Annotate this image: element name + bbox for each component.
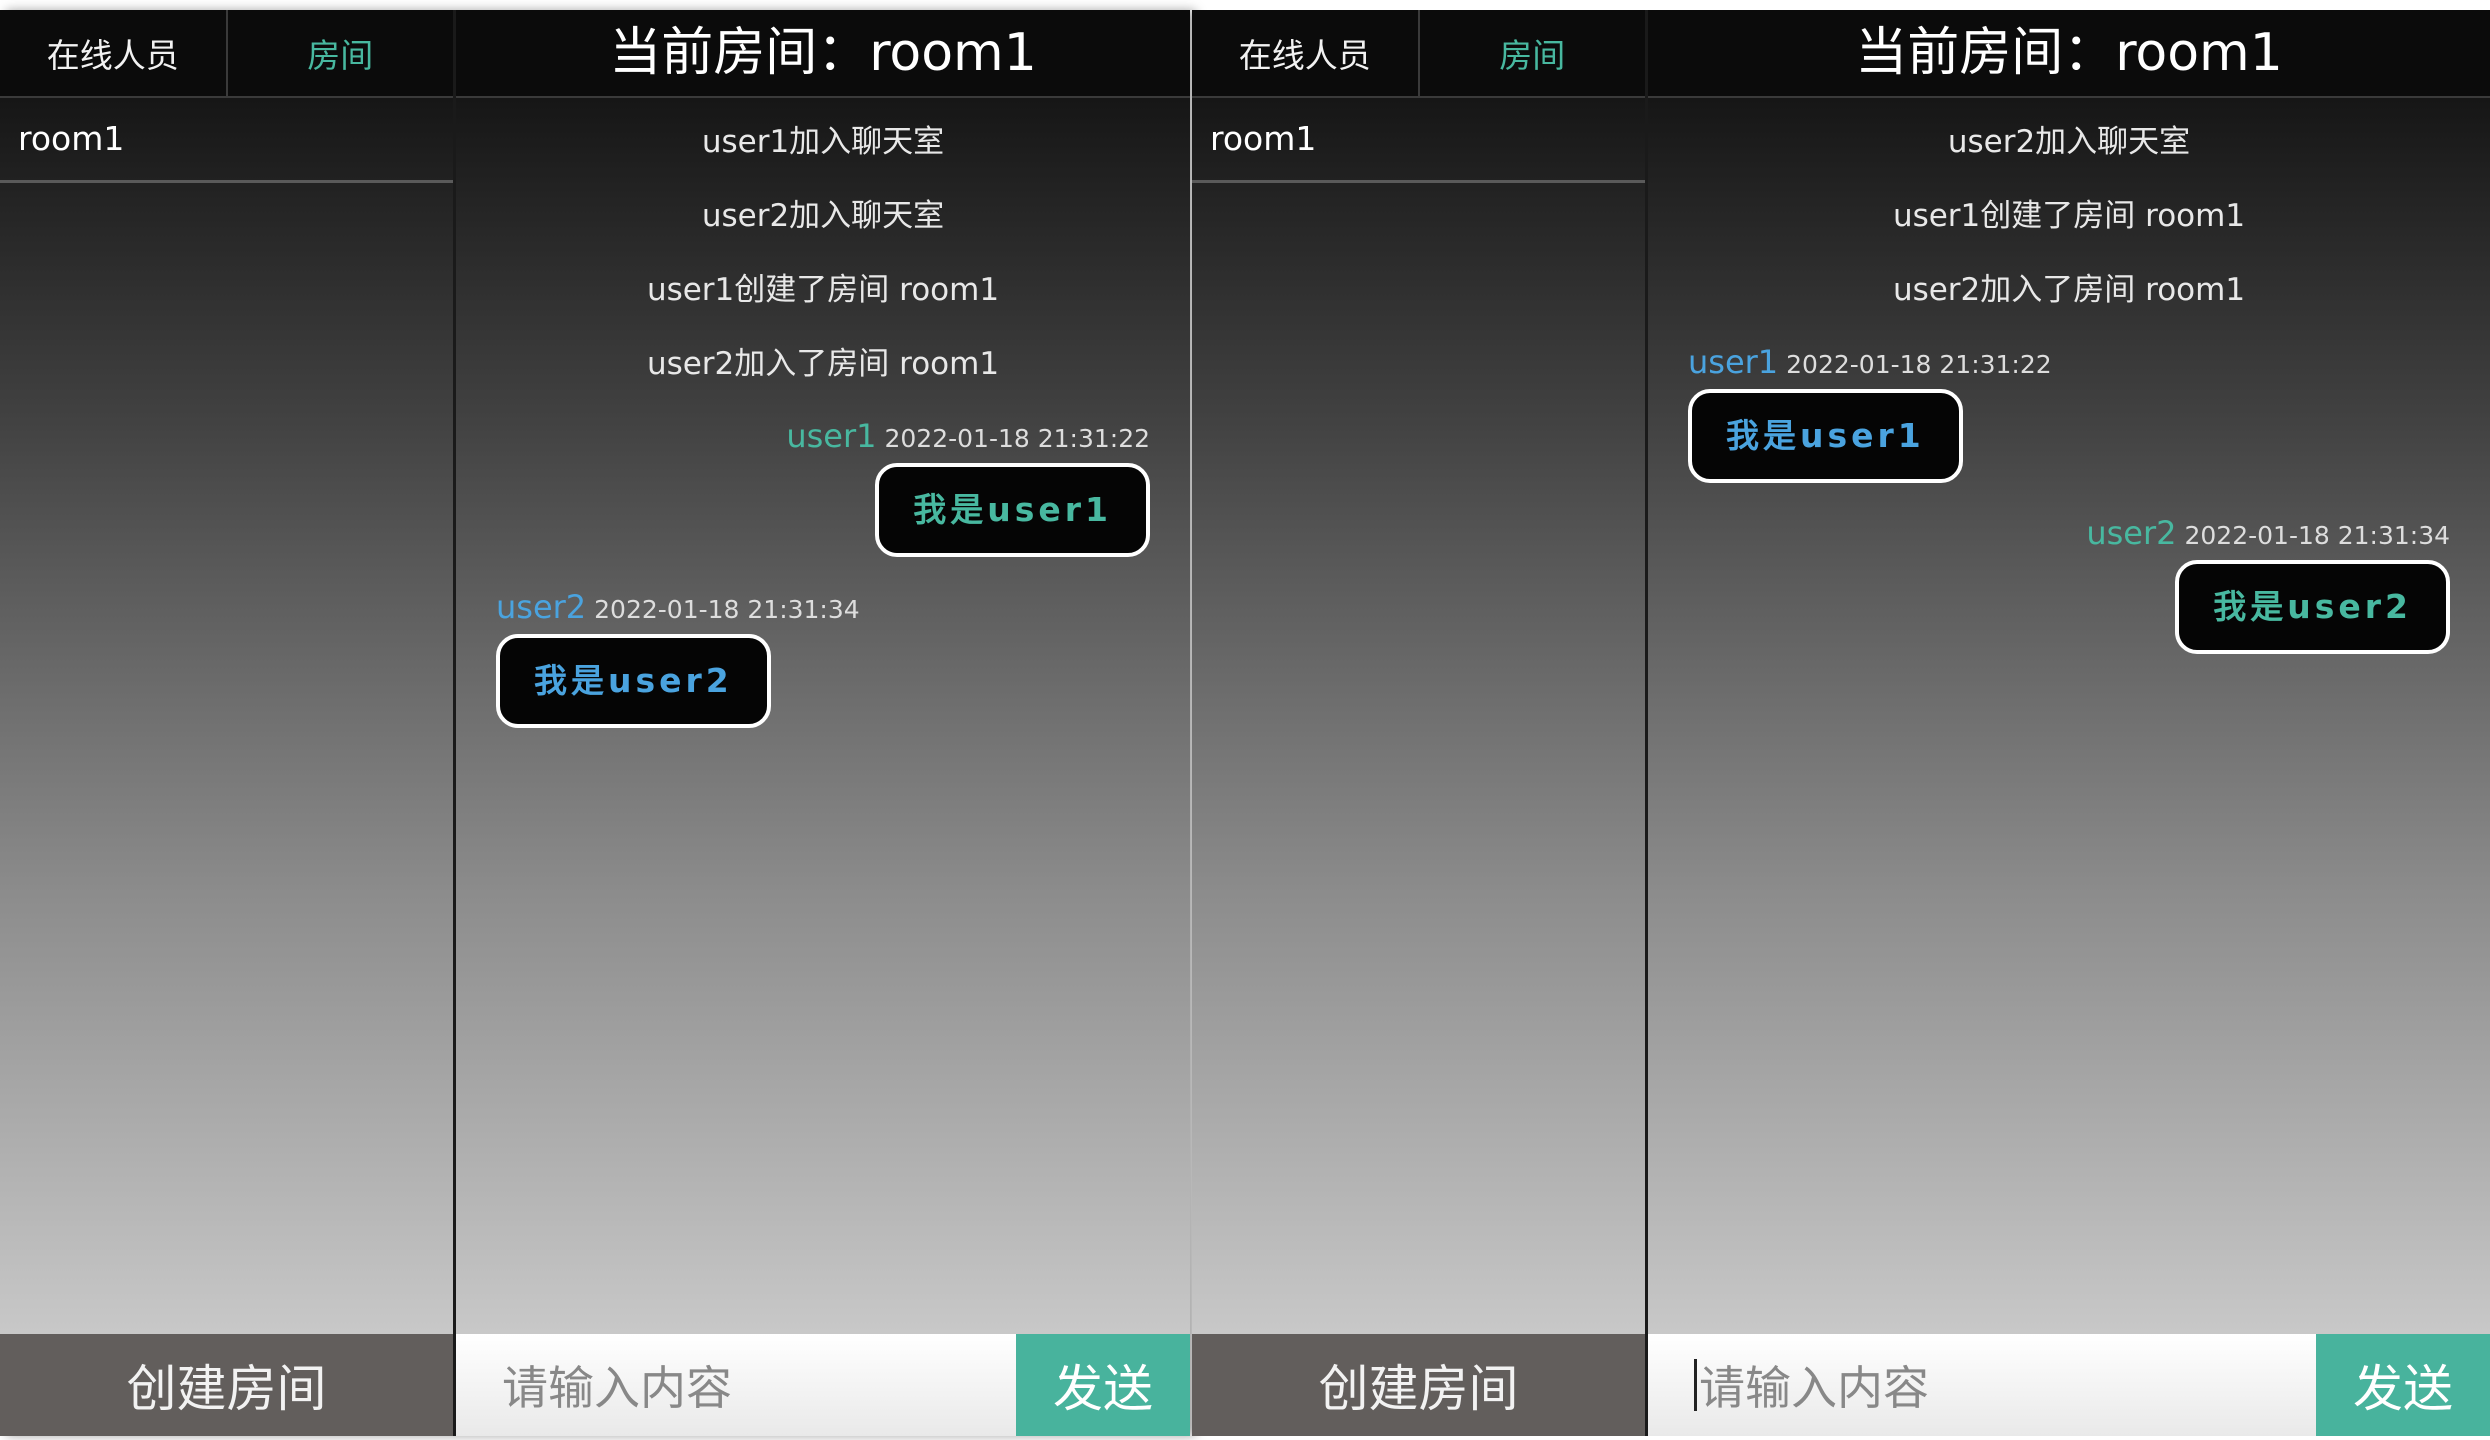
tab-rooms[interactable]: 房间 (225, 10, 454, 96)
message-input-placeholder: 请输入内容 (1699, 1361, 1929, 1415)
message-input-bar: 请输入内容 发送 (1648, 1334, 2490, 1436)
tab-online-users[interactable]: 在线人员 (0, 10, 226, 96)
room-list-item[interactable]: room1 (1192, 98, 1645, 183)
chat-window-user2: 在线人员 房间 room1 创建房间 当前房间：room1 user2加入聊天室… (1192, 10, 2490, 1436)
chat-message-other: user1 2022-01-18 21:31:22 我是user1 (1688, 342, 2450, 483)
message-username: user1 (1688, 343, 1779, 381)
chat-message-self: user1 2022-01-18 21:31:22 我是user1 (496, 416, 1150, 557)
current-room-title: 当前房间：room1 (1648, 10, 2490, 98)
message-input[interactable]: 请输入内容 (456, 1334, 1016, 1436)
current-room-title: 当前房间：room1 (456, 10, 1190, 98)
send-button[interactable]: 发送 (1016, 1334, 1190, 1436)
send-button[interactable]: 发送 (2316, 1334, 2490, 1436)
message-bubble: 我是user1 (1688, 389, 1963, 483)
chat-window-user1: 在线人员 房间 room1 创建房间 当前房间：room1 user1加入聊天室… (0, 10, 1190, 1436)
message-input[interactable]: 请输入内容 (1648, 1334, 2316, 1436)
system-message: user2加入聊天室 (701, 198, 945, 234)
sidebar-tabs: 在线人员 房间 (1192, 10, 1645, 98)
chat-message-other: user2 2022-01-18 21:31:34 我是user2 (496, 587, 1150, 728)
tab-rooms[interactable]: 房间 (1417, 10, 1646, 96)
message-meta: user1 2022-01-18 21:31:22 (496, 416, 1150, 459)
message-list: user1加入聊天室 user2加入聊天室 user1创建了房间 room1 u… (456, 98, 1190, 728)
sidebar: 在线人员 房间 room1 创建房间 (0, 10, 456, 1436)
sidebar-tabs: 在线人员 房间 (0, 10, 453, 98)
sidebar: 在线人员 房间 room1 创建房间 (1192, 10, 1648, 1436)
message-username: user1 (786, 417, 877, 455)
message-meta: user1 2022-01-18 21:31:22 (1688, 342, 2450, 385)
message-timestamp: 2022-01-18 21:31:34 (594, 595, 860, 624)
message-timestamp: 2022-01-18 21:31:34 (2184, 521, 2450, 550)
chat-message-self: user2 2022-01-18 21:31:34 我是user2 (1688, 513, 2450, 654)
create-room-button[interactable]: 创建房间 (1192, 1334, 1645, 1436)
system-message: user2加入聊天室 (1947, 124, 2191, 160)
message-meta: user2 2022-01-18 21:31:34 (1688, 513, 2450, 556)
system-message: user2加入了房间 room1 (1892, 272, 2246, 308)
chat-panel: 当前房间：room1 user2加入聊天室 user1创建了房间 room1 u… (1648, 10, 2490, 1436)
message-input-bar: 请输入内容 发送 (456, 1334, 1190, 1436)
tab-online-users[interactable]: 在线人员 (1192, 10, 1418, 96)
message-meta: user2 2022-01-18 21:31:34 (496, 587, 1150, 630)
message-input-placeholder: 请输入内容 (502, 1361, 732, 1415)
message-username: user2 (496, 588, 587, 626)
message-bubble: 我是user1 (875, 463, 1150, 557)
system-message: user2加入了房间 room1 (646, 346, 1000, 382)
system-message: user1加入聊天室 (701, 124, 945, 160)
message-bubble: 我是user2 (496, 634, 771, 728)
create-room-button[interactable]: 创建房间 (0, 1334, 453, 1436)
system-message: user1创建了房间 room1 (1892, 198, 2246, 234)
message-timestamp: 2022-01-18 21:31:22 (884, 424, 1150, 453)
room-list-item[interactable]: room1 (0, 98, 453, 183)
message-list: user2加入聊天室 user1创建了房间 room1 user2加入了房间 r… (1648, 98, 2490, 654)
system-message: user1创建了房间 room1 (646, 272, 1000, 308)
text-caret (1694, 1359, 1697, 1411)
chat-panel: 当前房间：room1 user1加入聊天室 user2加入聊天室 user1创建… (456, 10, 1190, 1436)
message-username: user2 (2086, 514, 2177, 552)
message-timestamp: 2022-01-18 21:31:22 (1786, 350, 2052, 379)
message-bubble: 我是user2 (2175, 560, 2450, 654)
